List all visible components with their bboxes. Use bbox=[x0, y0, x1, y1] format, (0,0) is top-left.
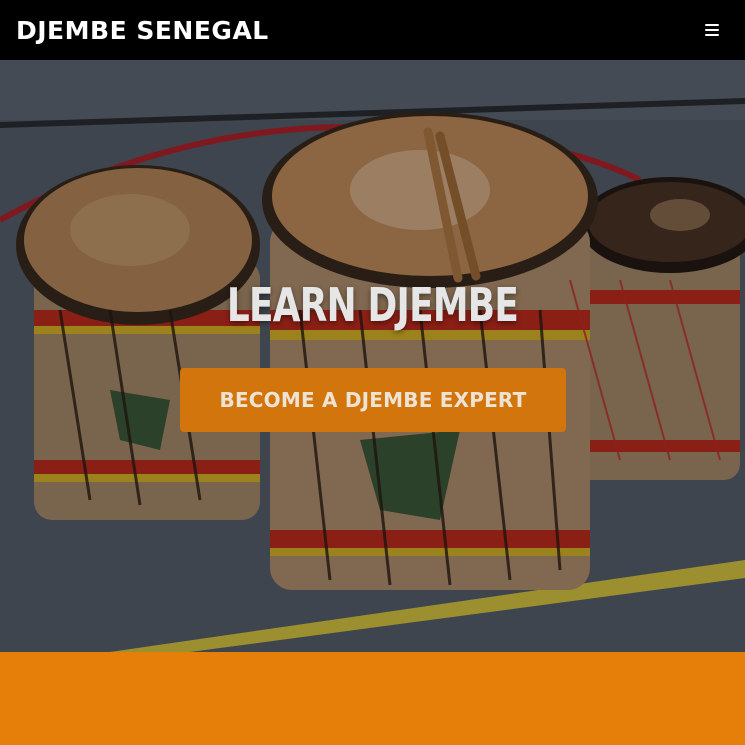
orange-section bbox=[0, 652, 745, 745]
hero-section: LEARN DJEMBE BECOME A DJEMBE EXPERT bbox=[0, 60, 745, 652]
hero-title: LEARN DJEMBE bbox=[226, 278, 519, 332]
hero-content: LEARN DJEMBE BECOME A DJEMBE EXPERT bbox=[0, 60, 745, 652]
become-expert-button[interactable]: BECOME A DJEMBE EXPERT bbox=[180, 368, 566, 432]
hamburger-menu-icon[interactable] bbox=[705, 24, 719, 36]
site-brand-link[interactable]: DJEMBE SENEGAL bbox=[16, 16, 269, 45]
top-navbar: DJEMBE SENEGAL bbox=[0, 0, 745, 60]
